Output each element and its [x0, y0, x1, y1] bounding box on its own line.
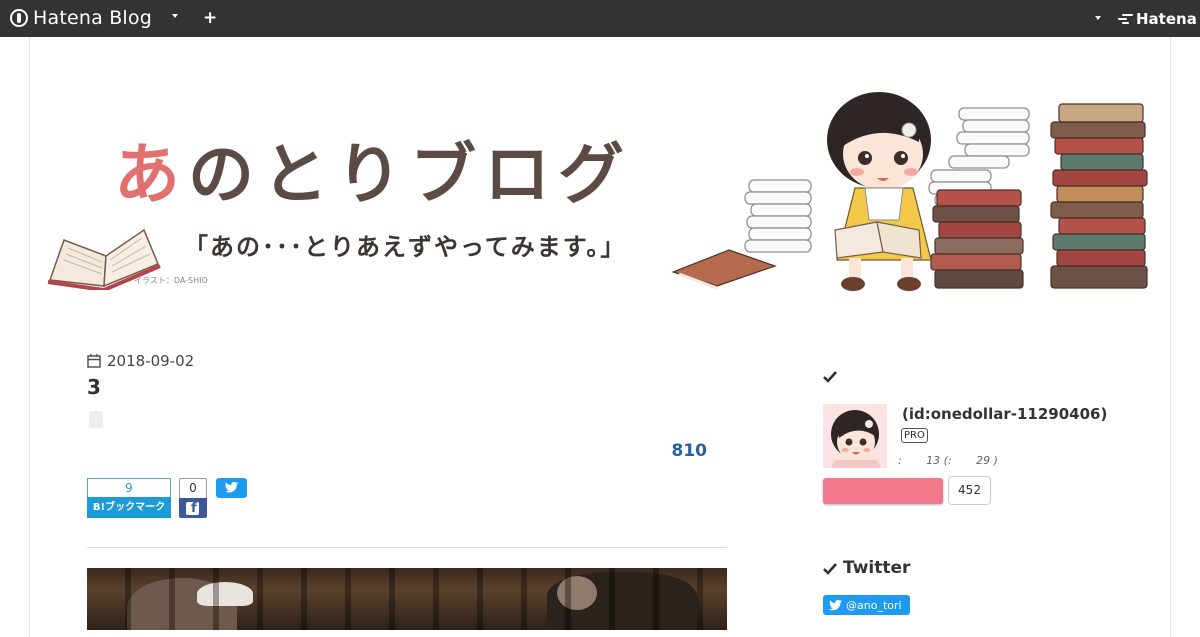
- facebook-share-count[interactable]: 0: [179, 478, 207, 498]
- global-header: Hatena Blog + Hatena: [0, 0, 1200, 37]
- blog-title: あのとりブログ: [114, 135, 632, 215]
- entry-divider: [87, 547, 727, 548]
- hatena-bookmark-label[interactable]: B!ブックマーク: [87, 497, 171, 518]
- entry-category-tag[interactable]: [89, 411, 103, 428]
- twitter-bird-icon: [829, 599, 842, 611]
- entry-photo[interactable]: [87, 568, 727, 630]
- hatena-blog-icon: [10, 9, 28, 27]
- entry-highlight-number[interactable]: 810: [0, 441, 708, 461]
- blog-header-banner[interactable]: あのとりブログ 「あの･･･とりあえずやってみます。」 イラスト：DA-SHIO: [44, 80, 1160, 292]
- calendar-icon: [87, 354, 101, 368]
- twitter-bird-icon: [225, 481, 238, 493]
- twitter-follow-handle: @ano_tori: [846, 598, 902, 612]
- entry-date: 2018-09-02: [87, 352, 194, 370]
- blog-title-rest: のとりブログ: [188, 136, 632, 213]
- facebook-share-button[interactable]: 0: [179, 478, 207, 518]
- girl-with-books-illustration: [671, 92, 1148, 291]
- user-menu-chevron-icon[interactable]: [1095, 16, 1101, 20]
- profile-avatar[interactable]: [823, 404, 887, 468]
- hatena-link[interactable]: Hatena: [1118, 10, 1197, 28]
- hatena-blog-logo[interactable]: Hatena Blog: [10, 7, 152, 29]
- twitter-share-button[interactable]: [216, 478, 247, 498]
- entry-date-link[interactable]: 2018-09-02: [107, 352, 194, 370]
- hatena-icon: [1118, 13, 1134, 25]
- subscriber-count: 452: [948, 476, 991, 505]
- chevron-down-icon[interactable]: [172, 14, 178, 18]
- hatena-bookmark-button[interactable]: 9 B!ブックマーク: [87, 478, 171, 518]
- checkmark-icon: [823, 371, 837, 383]
- checkmark-icon: [823, 562, 837, 575]
- twitter-module-title-text: Twitter: [843, 558, 911, 578]
- illustration-credit: イラスト：DA-SHIO: [134, 276, 208, 285]
- entry-title[interactable]: 3: [87, 375, 101, 399]
- profile-id-link[interactable]: (id:onedollar-11290406): [902, 405, 1107, 423]
- hatena-blog-logo-text: Hatena Blog: [33, 7, 152, 29]
- avatar-girl-illustration: [823, 404, 887, 468]
- pro-badge: PRO: [901, 428, 928, 443]
- twitter-module-title: Twitter: [823, 558, 910, 578]
- blog-subtitle: 「あの･･･とりあえずやってみます。」: [184, 233, 627, 261]
- hatena-bookmark-count[interactable]: 9: [87, 478, 171, 497]
- subscribe-button[interactable]: [823, 478, 943, 504]
- twitter-follow-button[interactable]: @ano_tori: [823, 595, 910, 615]
- profile-stats: : 13 (: 29 ): [898, 454, 998, 467]
- hatena-link-text: Hatena: [1136, 10, 1197, 28]
- blog-title-first-char: あ: [114, 136, 188, 213]
- add-entry-button[interactable]: +: [203, 8, 217, 28]
- facebook-icon[interactable]: [179, 498, 207, 518]
